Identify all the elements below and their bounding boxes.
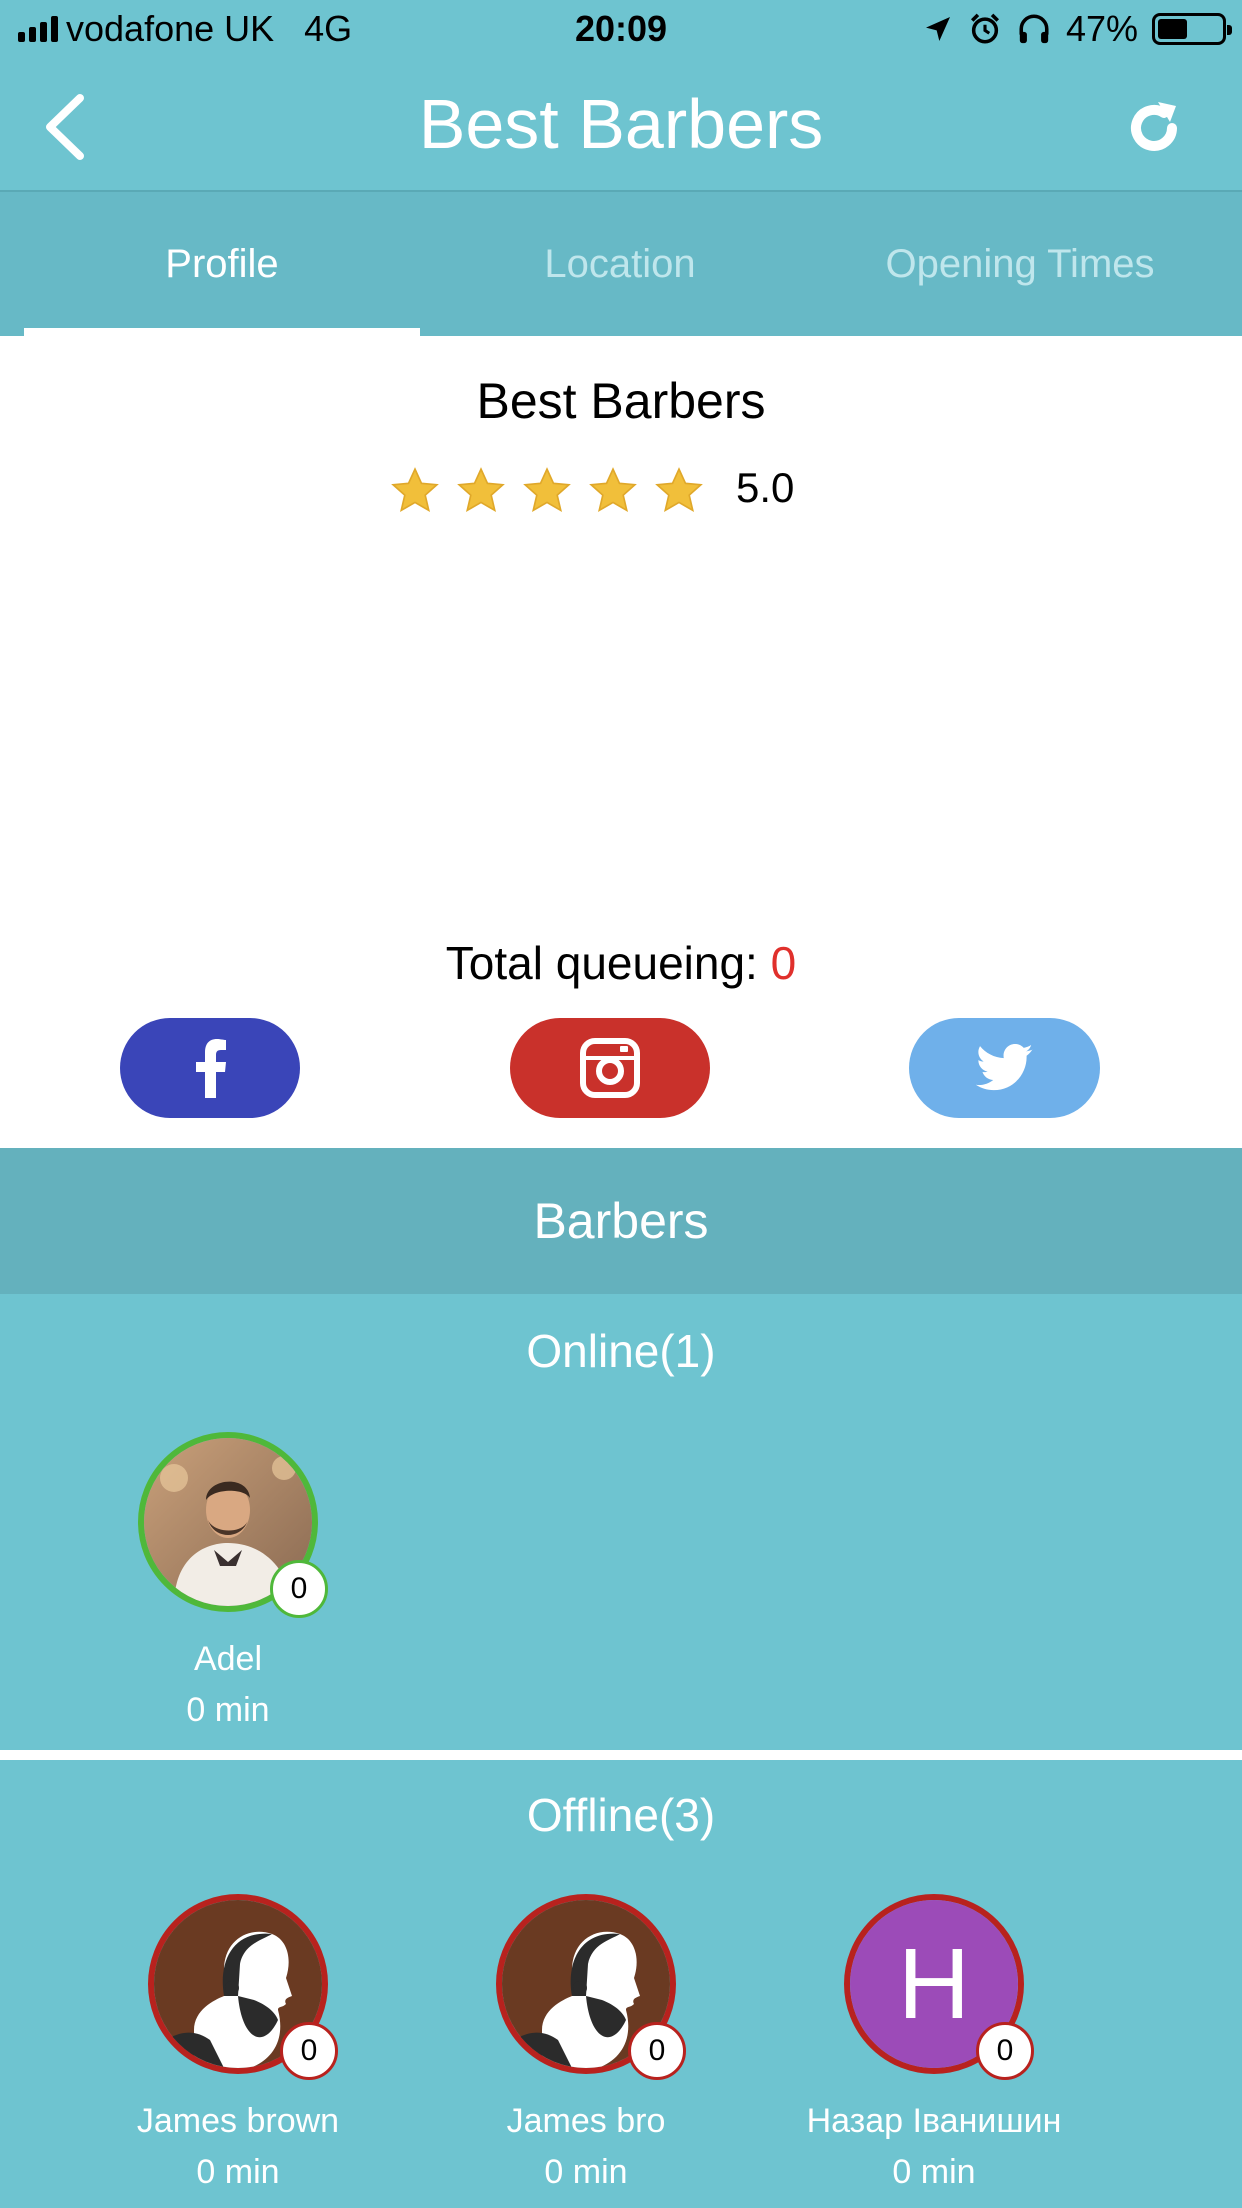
avatar-wrap: 0 [496,1894,686,2080]
barber-name: James brown [136,2102,340,2140]
star-icon [457,467,505,513]
rating-value: 5.0 [736,464,795,511]
barber-wait: 0 min [892,2153,976,2191]
barber-wait: 0 min [544,2153,628,2191]
battery-icon [1152,13,1232,45]
location-arrow-icon [925,17,950,41]
barber-name: Назар Іванишин [806,2102,1062,2140]
online-section: Online(1) 0 Adel 0 min [0,1294,1242,1750]
alarm-icon [970,13,999,44]
queue-badge: 0 [976,2022,1034,2080]
status-bar: vodafone UK 4G 20:09 47% [0,0,1242,62]
instagram-button[interactable] [510,1018,710,1118]
queue-badge: 0 [280,2022,338,2080]
refresh-icon[interactable] [1124,98,1184,158]
profile-panel: Best Barbers 5.0 Total queueing: 0 [0,336,1242,1148]
twitter-button[interactable] [909,1018,1100,1118]
offline-section: Offline(3) 0 James brown 0 min 0 James b… [0,1760,1242,2208]
queue-badge: 0 [628,2022,686,2080]
tab-bar: Profile Location Opening Times [0,192,1242,336]
shop-name: Best Barbers [476,373,766,429]
nav-bar: Best Barbers [0,62,1242,192]
battery-percent: 47% [1065,8,1138,49]
instagram-icon [580,1038,640,1098]
battery-fill [1158,19,1188,39]
total-queueing: Total queueing: 0 [0,936,1242,990]
barber-card-nazar[interactable]: H 0 Назар Іванишин 0 min [784,1894,1084,2192]
facebook-icon [196,1039,226,1098]
barber-card-adel[interactable]: 0 Adel 0 min [78,1432,378,1730]
barber-name: James bro [506,2102,666,2140]
facebook-button[interactable] [120,1018,300,1118]
star-icon [589,467,637,513]
barber-name: Adel [193,1640,263,1678]
twitter-icon [975,1044,1033,1091]
offline-title: Offline(3) [526,1789,716,1841]
avatar-wrap: H 0 [844,1894,1034,2080]
status-right: 47% [922,8,1232,50]
tab-location[interactable]: Location [420,192,820,336]
star-icon [391,467,439,513]
online-title: Online(1) [526,1325,716,1377]
barbers-header: Barbers [0,1148,1242,1294]
tab-opening-times[interactable]: Opening Times [820,192,1220,336]
page-title: Best Barbers [418,85,824,163]
star-icon [523,467,571,513]
barber-card-james-bro[interactable]: 0 James bro 0 min [436,1894,736,2192]
tab-profile[interactable]: Profile [22,192,422,336]
queue-label: Total queueing: [445,937,771,989]
rating-stars [390,466,704,516]
barber-card-james-brown[interactable]: 0 James brown 0 min [88,1894,388,2192]
queue-badge: 0 [270,1560,328,1618]
barber-wait: 0 min [186,1691,270,1729]
headphones-icon [1019,14,1049,44]
barber-wait: 0 min [196,2153,280,2191]
avatar-wrap: 0 [148,1894,338,2080]
queue-count: 0 [770,937,797,989]
star-icon [655,467,703,513]
avatar-wrap: 0 [138,1432,328,1618]
section-separator [0,1750,1242,1760]
tab-indicator [24,328,420,336]
